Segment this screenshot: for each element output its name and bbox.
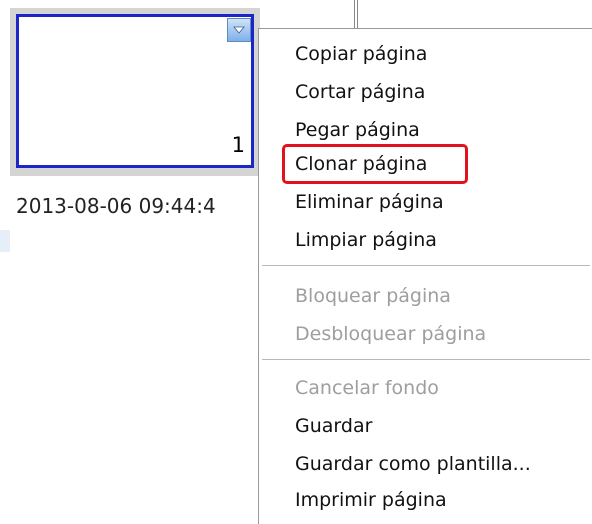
menu-item-guardar-como-plantilla[interactable]: Guardar como plantilla... (295, 453, 531, 475)
menu-item-cancelar-fondo[interactable]: Cancelar fondo (295, 377, 439, 399)
page-thumbnail[interactable]: 1 (10, 8, 260, 176)
menu-item-eliminar-pagina[interactable]: Eliminar página (295, 191, 444, 213)
menu-item-guardar[interactable]: Guardar (295, 415, 372, 437)
menu-item-desbloquear-pagina[interactable]: Desbloquear página (295, 323, 486, 345)
menu-item-pegar-pagina[interactable]: Pegar página (295, 119, 420, 141)
menu-item-imprimir-pagina[interactable]: Imprimir página (295, 489, 447, 511)
background-panel-edge (0, 230, 10, 252)
page-menu-dropdown-button[interactable] (227, 18, 251, 42)
page-thumbnail-canvas[interactable]: 1 (16, 14, 254, 168)
menu-separator (262, 359, 590, 361)
menu-item-limpiar-pagina[interactable]: Limpiar página (295, 229, 437, 251)
page-context-menu: Copiar página Cortar página Pegar página… (258, 28, 592, 524)
page-timestamp: 2013-08-06 09:44:4 (16, 194, 216, 218)
chevron-down-icon (233, 26, 245, 34)
menu-item-copiar-pagina[interactable]: Copiar página (295, 43, 427, 65)
page-number: 1 (231, 133, 245, 157)
menu-separator (262, 265, 590, 267)
highlight-box (282, 144, 468, 184)
menu-item-cortar-pagina[interactable]: Cortar página (295, 81, 425, 103)
menu-item-bloquear-pagina[interactable]: Bloquear página (295, 285, 451, 307)
